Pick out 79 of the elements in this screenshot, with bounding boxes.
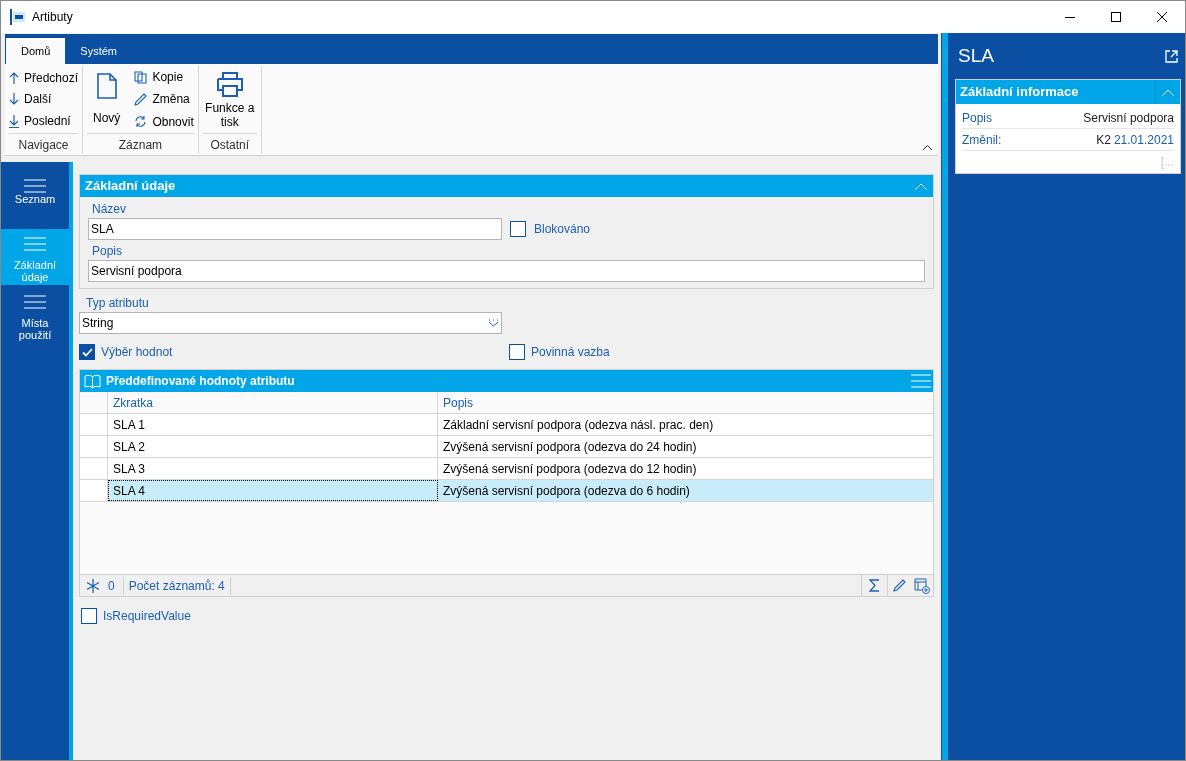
table-cell: SLA 4 [108, 480, 438, 501]
refresh-icon [134, 115, 148, 129]
checkbox-label: IsRequiredValue [103, 608, 191, 625]
snowflake-icon [86, 578, 100, 593]
list-icon [24, 237, 46, 251]
pencil-icon [893, 579, 906, 592]
table-cell-text: Zvýšená servisní podpora (odezva do 12 hodin) [442, 460, 698, 478]
arrow-down-icon [9, 93, 19, 106]
ribbon-button[interactable]: Poslední [9, 112, 79, 131]
copy-icon [134, 70, 148, 84]
description-field[interactable]: Servisní podpora [88, 260, 925, 282]
ribbon-tab[interactable]: Domů [6, 38, 66, 64]
collapse-icon [1162, 88, 1174, 96]
ribbon-group-label: Navigace [9, 133, 79, 153]
maximize-icon [1111, 12, 1121, 22]
type-dropdown[interactable]: String [79, 312, 502, 334]
ribbon-button[interactable]: Předchozí [9, 68, 79, 87]
ribbon-button[interactable]: Obnovit [134, 112, 194, 131]
menu-icon [911, 374, 931, 388]
field-label: Název [92, 201, 127, 218]
table-cell-text: Zvýšená servisní podpora (odezva do 24 hodin) [442, 438, 698, 456]
checkbox[interactable] [79, 344, 95, 360]
window-title: Artibuty [32, 9, 73, 26]
printer-icon [215, 70, 244, 97]
list-icon [24, 295, 46, 309]
dropdown-icon [488, 319, 499, 327]
info-value: Servisní podpora [1083, 109, 1174, 127]
book-icon [84, 373, 101, 389]
info-label: Popis [962, 109, 993, 127]
arrow-up-icon [9, 71, 19, 84]
ribbon-group-label: Záznam [87, 133, 194, 153]
table-row[interactable]: SLA 3 Zvýšená servisní podpora (odezva do 12 hodin) [80, 458, 933, 480]
close-icon [1157, 12, 1167, 22]
field-label: Popis [92, 243, 124, 260]
section-title: Předdefinované hodnoty atributu [105, 373, 296, 390]
column-header[interactable]: Popis [438, 392, 933, 413]
checkbox-label: Výběr hodnot [101, 344, 173, 361]
document-icon [96, 72, 117, 99]
sigma-icon [869, 579, 880, 592]
footer-count: 0 [108, 576, 124, 595]
checkbox[interactable] [81, 608, 97, 624]
section-title: Základní údaje [84, 177, 176, 196]
checkbox[interactable] [510, 221, 526, 237]
minimize-icon [1065, 16, 1075, 18]
table-cell-text: Základní servisní podpora (odezva násl. prac. den) [442, 416, 715, 434]
checkbox[interactable] [509, 344, 525, 360]
ribbon-group-label: Ostatní [202, 133, 257, 153]
ribbon-button[interactable]: Nový [87, 66, 127, 133]
pencil-icon [134, 93, 148, 106]
app-icon [10, 9, 26, 25]
panel-title: SLA [958, 43, 994, 68]
name-field[interactable]: SLA [88, 218, 502, 240]
collapse-icon [923, 145, 932, 150]
list-icon [24, 179, 46, 193]
table-cell: SLA 2 [108, 436, 438, 457]
info-date: 21.01.2021 [1113, 131, 1174, 149]
table-cell: SLA 3 [108, 458, 438, 479]
info-value: K2 [1096, 131, 1111, 149]
table-row[interactable]: SLA 4 Zvýšená servisní podpora (odezva do 6 hodin) [80, 480, 933, 502]
checkbox-label: Blokováno [534, 221, 591, 238]
table-add-icon [914, 577, 930, 594]
ribbon-button[interactable]: Funkce a tisk [202, 66, 257, 133]
checkbox-label: Povinná vazba [531, 344, 610, 361]
table-row[interactable]: SLA 2 Zvýšená servisní podpora (odezva do 24 hodin) [80, 436, 933, 458]
table-cell: SLA 1 [108, 414, 438, 435]
column-header[interactable]: Zkratka [108, 392, 438, 413]
ribbon-button[interactable]: Další [9, 90, 79, 109]
ribbon-button[interactable]: Kopie [134, 68, 194, 87]
table-cell-text: Zvýšená servisní podpora (odezva do 6 hodin) [442, 482, 691, 500]
ribbon-tab[interactable]: Systém [65, 38, 133, 64]
ribbon-button[interactable]: Změna [134, 90, 194, 109]
collapse-icon [915, 182, 927, 190]
record-count: Počet záznamů: 4 [123, 576, 231, 595]
arrow-down-to-line-icon [9, 114, 19, 128]
external-link-icon [1165, 49, 1178, 63]
info-label: Změnil: [962, 131, 1002, 149]
section-title: Základní informace [959, 83, 1079, 102]
field-label: Typ atributu [86, 295, 150, 312]
table-row[interactable]: SLA 1 Základní servisní podpora (odezva násl. prac. den) [80, 414, 933, 436]
